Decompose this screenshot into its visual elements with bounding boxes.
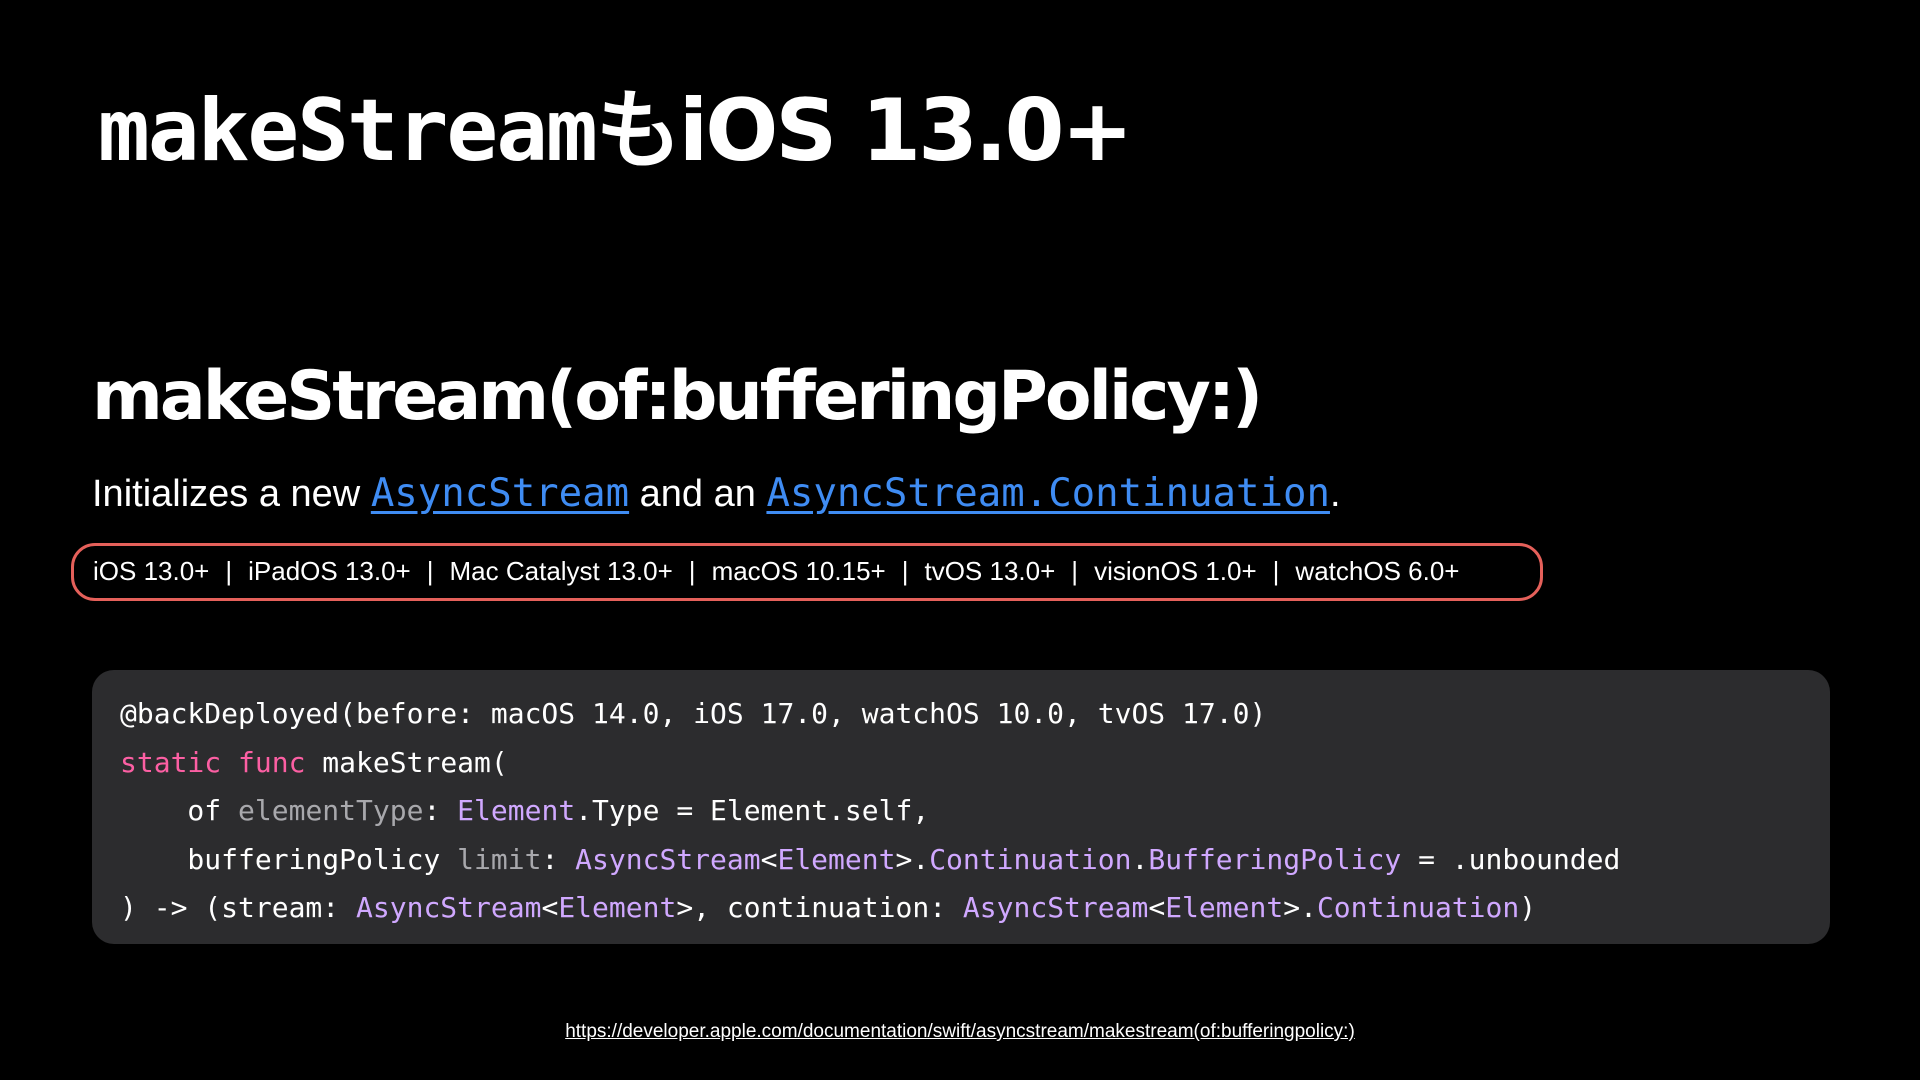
code-label: bufferingPolicy (120, 842, 458, 876)
code-punct: ) -> (stream: (120, 891, 357, 924)
code-type: Element (777, 842, 896, 876)
slide-title-code: makeStream (98, 81, 598, 181)
code-line-buffering-policy: bufferingPolicy limit: AsyncStream<Eleme… (120, 836, 1830, 885)
platform-separator: | (688, 556, 696, 586)
code-type: Element (1165, 891, 1284, 924)
platform-mac-catalyst: Mac Catalyst 13.0+ (449, 556, 673, 586)
platform-separator: | (1272, 556, 1280, 586)
code-line-signature: static func makeStream( (120, 739, 1830, 788)
platform-separator: | (1071, 556, 1079, 586)
platform-visionos: visionOS 1.0+ (1094, 556, 1257, 586)
code-attribute: @backDeployed(before: macOS 14.0, iOS 17… (120, 697, 1267, 730)
code-type: AsyncStream (575, 842, 761, 876)
code-type: Element (457, 794, 576, 827)
code-type: Continuation (929, 842, 1132, 876)
code-punct: < (760, 842, 778, 876)
code-punct: >. (895, 842, 930, 876)
code-func-name: makeStream( (305, 745, 508, 779)
code-label: of (120, 794, 239, 827)
code-line-return: ) -> (stream: AsyncStream<Element>, cont… (120, 884, 1830, 933)
slide-title-rest: もiOS 13.0+ (595, 81, 1134, 181)
code-line-element-type: of elementType: Element.Type = Element.s… (120, 787, 1830, 836)
code-type: AsyncStream (356, 891, 542, 924)
continuation-link[interactable]: AsyncStream.Continuation (766, 471, 1330, 516)
code-punct: < (1148, 891, 1166, 924)
platform-macos: macOS 10.15+ (711, 556, 886, 586)
platform-separator: | (225, 556, 233, 586)
code-line-attribute: @backDeployed(before: macOS 14.0, iOS 17… (120, 690, 1830, 739)
code-punct: >. (1283, 891, 1317, 924)
code-rest: .Type = Element.self, (575, 794, 930, 827)
declaration-code-block: @backDeployed(before: macOS 14.0, iOS 17… (92, 670, 1830, 944)
code-param-name: limit (457, 842, 542, 876)
asyncstream-link[interactable]: AsyncStream (371, 471, 629, 516)
platform-tvos: tvOS 13.0+ (924, 556, 1056, 586)
code-punct: < (541, 891, 559, 924)
documentation-url-link[interactable]: https://developer.apple.com/documentatio… (0, 1021, 1920, 1043)
platform-separator: | (901, 556, 909, 586)
doc-title: makeStream(of:bufferingPolicy:) (92, 357, 1263, 436)
code-type: AsyncStream (962, 891, 1149, 924)
code-colon: : (541, 842, 576, 876)
platform-watchos: watchOS 6.0+ (1295, 556, 1460, 586)
availability-list: iOS 13.0+ | iPadOS 13.0+ | Mac Catalyst … (93, 558, 1459, 584)
abstract-middle: and an (629, 473, 767, 515)
code-punct: . (1131, 842, 1149, 876)
code-colon: : (423, 794, 458, 827)
code-type: BufferingPolicy (1148, 842, 1402, 876)
slide-title: makeStreamもiOS 13.0+ (98, 88, 1133, 174)
code-rest: = .unbounded (1401, 842, 1621, 876)
code-type: Element (558, 891, 677, 924)
platform-ipados: iPadOS 13.0+ (248, 556, 411, 586)
code-punct: >, continuation: (676, 891, 963, 924)
platform-ios: iOS 13.0+ (93, 556, 210, 586)
abstract-suffix: . (1329, 473, 1341, 515)
code-keyword-func: func (238, 745, 306, 779)
code-param-name: elementType (238, 794, 424, 827)
doc-abstract: Initializes a new AsyncStream and an Asy… (92, 474, 1341, 513)
platform-separator: | (426, 556, 434, 586)
code-keyword-static: static (120, 745, 222, 779)
code-punct: ) (1519, 891, 1537, 924)
abstract-prefix: Initializes a new (92, 473, 371, 515)
code-type: Continuation (1316, 891, 1520, 924)
